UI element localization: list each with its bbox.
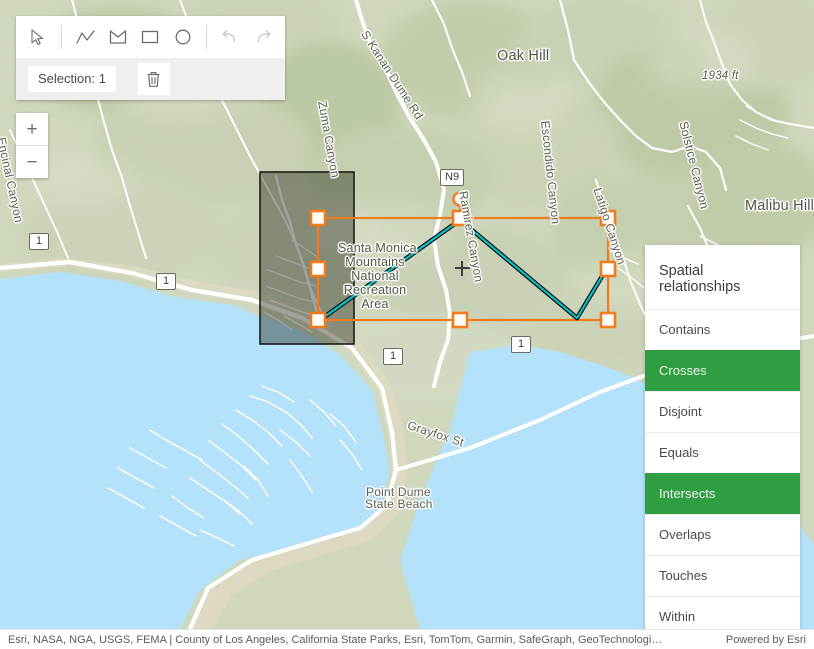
- zoom-out-button[interactable]: −: [16, 146, 48, 178]
- relationship-item-equals[interactable]: Equals: [645, 432, 800, 473]
- relationship-item-overlaps[interactable]: Overlaps: [645, 514, 800, 555]
- zoom-controls: + −: [16, 113, 48, 178]
- draw-polyline-tool[interactable]: [69, 20, 101, 54]
- draw-polygon-tool[interactable]: [102, 20, 134, 54]
- map-application: Oak Hill 1934 ft Malibu Hills Solstice C…: [0, 0, 814, 649]
- redo-icon: [254, 29, 272, 45]
- rotation-handle: [454, 193, 467, 206]
- selection-row: Selection: 1: [16, 58, 285, 100]
- toolbar-separator-2: [206, 25, 207, 49]
- relationship-item-disjoint[interactable]: Disjoint: [645, 391, 800, 432]
- delete-selection-button[interactable]: [138, 63, 170, 95]
- select-pointer-tool[interactable]: [22, 20, 54, 54]
- relationship-item-crosses[interactable]: Crosses: [645, 350, 800, 391]
- relationship-item-contains[interactable]: Contains: [645, 309, 800, 350]
- selection-count-label: Selection: 1: [28, 66, 116, 92]
- undo-icon: [221, 29, 239, 45]
- relationship-item-intersects[interactable]: Intersects: [645, 473, 800, 514]
- selection-extent-rect: [260, 172, 354, 344]
- cursor-icon: [30, 29, 46, 46]
- draw-toolbar: Selection: 1: [16, 16, 285, 100]
- draw-rectangle-tool[interactable]: [134, 20, 166, 54]
- attribution-text[interactable]: Esri, NASA, NGA, USGS, FEMA | County of …: [8, 634, 662, 646]
- draw-tools-row: [16, 16, 285, 58]
- relationship-item-touches[interactable]: Touches: [645, 555, 800, 596]
- zoom-in-button[interactable]: +: [16, 113, 48, 146]
- powered-by-esri-label: Powered by Esri: [726, 634, 806, 646]
- spatial-relationships-panel: Spatial relationships Contains Crosses D…: [645, 245, 800, 637]
- polyline-icon: [76, 29, 96, 45]
- attribution-bar: Esri, NASA, NGA, USGS, FEMA | County of …: [0, 629, 814, 649]
- trash-icon: [146, 71, 161, 88]
- redo-button[interactable]: [247, 20, 279, 54]
- circle-icon: [174, 28, 192, 46]
- toolbar-separator-1: [61, 25, 62, 49]
- polygon-icon: [109, 29, 127, 45]
- rectangle-icon: [141, 29, 159, 45]
- undo-button[interactable]: [214, 20, 246, 54]
- draw-circle-tool[interactable]: [167, 20, 199, 54]
- panel-title: Spatial relationships: [645, 245, 800, 309]
